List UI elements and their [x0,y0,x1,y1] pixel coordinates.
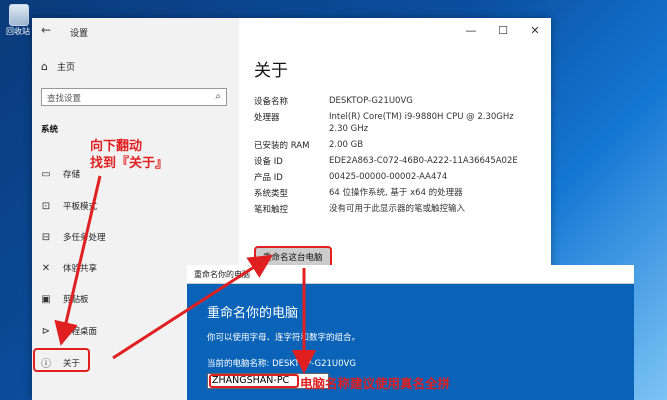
arrow-to-about [54,175,102,346]
arrow-to-rename-button [112,254,274,360]
annotation-arrows [54,175,316,374]
